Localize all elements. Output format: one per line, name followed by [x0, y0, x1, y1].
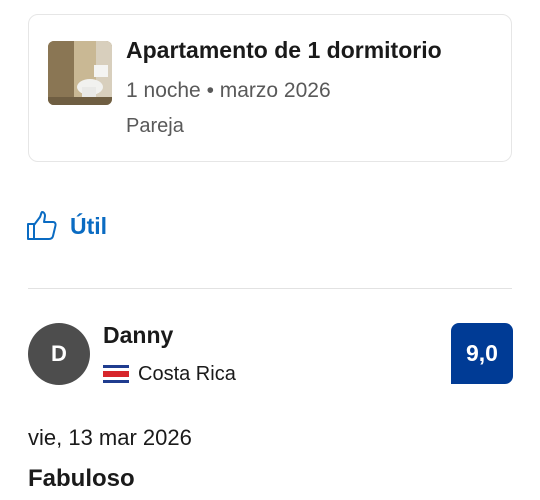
room-photo-icon [48, 41, 112, 105]
room-thumbnail[interactable] [48, 41, 112, 105]
review-title: Fabuloso [28, 465, 135, 492]
stay-duration: 1 noche • marzo 2026 [126, 79, 331, 102]
traveler-type: Pareja [126, 115, 184, 137]
room-title: Apartamento de 1 dormitorio [126, 37, 442, 63]
review-date: vie, 13 mar 2026 [28, 425, 192, 450]
review-page: Apartamento de 1 dormitorio 1 noche • ma… [0, 0, 540, 500]
costa-rica-flag-icon [103, 365, 129, 383]
thumbs-up-icon [27, 211, 57, 240]
helpful-label: Útil [70, 212, 108, 239]
stay-info-card: Apartamento de 1 dormitorio 1 noche • ma… [28, 14, 512, 162]
reviewer-avatar: D [28, 323, 90, 385]
country-name: Costa Rica [138, 362, 236, 385]
helpful-button[interactable]: Útil [26, 208, 107, 244]
score-badge: 9,0 [451, 323, 513, 384]
reviewer-country: Costa Rica [103, 361, 236, 387]
reviewer-name: Danny [103, 322, 174, 348]
divider [28, 288, 512, 289]
